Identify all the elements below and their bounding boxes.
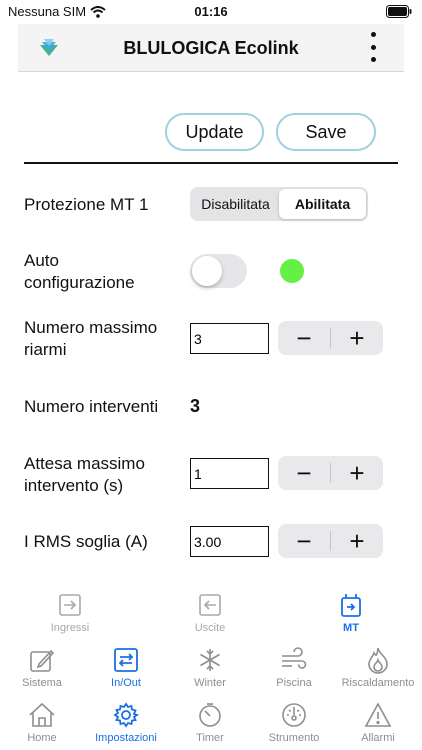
- tab-mt[interactable]: MT: [309, 590, 393, 634]
- riarmi-decrement-button[interactable]: −: [278, 321, 330, 355]
- tab-label: Impostazioni: [95, 732, 157, 744]
- riarmi-label-line1: Numero massimo: [24, 318, 158, 337]
- tab-piscina[interactable]: Piscina: [252, 645, 336, 689]
- tab-ingressi[interactable]: Ingressi: [28, 590, 112, 634]
- tab-strumento[interactable]: Strumento: [252, 700, 336, 744]
- arrow-right-box-icon: [58, 590, 82, 620]
- tab-label: Timer: [196, 732, 224, 744]
- tab-label: Allarmi: [361, 732, 395, 744]
- attesa-decrement-button[interactable]: −: [278, 456, 330, 490]
- irms-input[interactable]: [190, 526, 269, 557]
- arrow-left-box-icon: [198, 590, 222, 620]
- save-button[interactable]: Save: [276, 113, 376, 151]
- irms-decrement-button[interactable]: −: [278, 524, 330, 558]
- interventi-label: Numero interventi: [24, 397, 159, 416]
- irms-label: I RMS soglia (A): [24, 532, 148, 551]
- more-menu-icon[interactable]: [366, 32, 380, 62]
- app-header: BLULOGICA Ecolink: [18, 24, 404, 72]
- auto-config-label-line1: Auto: [24, 251, 59, 270]
- warning-icon: [364, 700, 392, 730]
- toggle-knob: [192, 256, 222, 286]
- tab-uscite[interactable]: Uscite: [168, 590, 252, 634]
- tab-label: Uscite: [194, 622, 226, 634]
- tab-label: MT: [343, 622, 359, 634]
- tab-sistema[interactable]: Sistema: [0, 645, 84, 689]
- tab-home[interactable]: Home: [0, 700, 84, 744]
- riarmi-label-line2: riarmi: [24, 340, 67, 359]
- section-divider: [24, 162, 398, 164]
- tab-label: Home: [27, 732, 57, 744]
- segment-abilitata[interactable]: Abilitata: [279, 189, 366, 219]
- status-bar: Nessuna SIM 01:16: [0, 0, 422, 24]
- tab-label: Riscaldamento: [341, 677, 415, 689]
- attesa-label-line2: intervento (s): [24, 476, 124, 495]
- auto-config-label-line2: configurazione: [24, 273, 135, 292]
- riarmi-input[interactable]: [190, 323, 269, 354]
- wind-icon: [280, 645, 308, 675]
- tab-allarmi[interactable]: Allarmi: [336, 700, 420, 744]
- update-button[interactable]: Update: [165, 113, 264, 151]
- tab-riscaldamento[interactable]: Riscaldamento: [336, 645, 420, 689]
- protezione-segmented-control[interactable]: Disabilitata Abilitata: [190, 187, 368, 221]
- tab-timer[interactable]: Timer: [168, 700, 252, 744]
- attesa-label-line1: Attesa massimo: [24, 454, 145, 473]
- auto-config-label: Auto configurazione: [24, 250, 135, 294]
- tab-label: In/Out: [111, 677, 141, 689]
- tab-label: Ingressi: [50, 622, 90, 634]
- interventi-value: 3: [190, 396, 201, 416]
- segment-disabilitata[interactable]: Disabilitata: [192, 189, 279, 219]
- tab-label: Winter: [194, 677, 226, 689]
- tab-impostazioni[interactable]: Impostazioni: [84, 700, 168, 744]
- edit-square-icon: [29, 645, 55, 675]
- protezione-label: Protezione MT 1: [24, 195, 149, 214]
- riarmi-stepper[interactable]: − +: [278, 321, 383, 355]
- status-time: 01:16: [194, 4, 228, 19]
- house-icon: [28, 700, 56, 730]
- attesa-label: Attesa massimo intervento (s): [24, 453, 145, 497]
- tab-in-out[interactable]: In/Out: [84, 645, 168, 689]
- in-out-icon: [113, 645, 139, 675]
- riarmi-label: Numero massimo riarmi: [24, 317, 157, 361]
- tab-label: Piscina: [276, 677, 312, 689]
- riarmi-increment-button[interactable]: +: [331, 321, 383, 355]
- tab-winter[interactable]: Winter: [168, 645, 252, 689]
- timer-icon: [197, 700, 223, 730]
- status-led: [280, 259, 304, 283]
- gauge-icon: [281, 700, 307, 730]
- irms-stepper[interactable]: − +: [278, 524, 383, 558]
- auto-config-toggle[interactable]: [190, 254, 247, 288]
- snowflake-icon: [197, 645, 223, 675]
- mt-device-icon: [339, 590, 363, 620]
- flame-icon: [365, 645, 391, 675]
- gear-icon: [113, 700, 139, 730]
- battery-icon: [386, 5, 412, 18]
- attesa-input[interactable]: [190, 458, 269, 489]
- tab-label: Strumento: [268, 732, 320, 744]
- page-title: BLULOGICA Ecolink: [123, 38, 299, 58]
- attesa-increment-button[interactable]: +: [331, 456, 383, 490]
- tab-label: Sistema: [22, 677, 62, 689]
- attesa-stepper[interactable]: − +: [278, 456, 383, 490]
- irms-increment-button[interactable]: +: [331, 524, 383, 558]
